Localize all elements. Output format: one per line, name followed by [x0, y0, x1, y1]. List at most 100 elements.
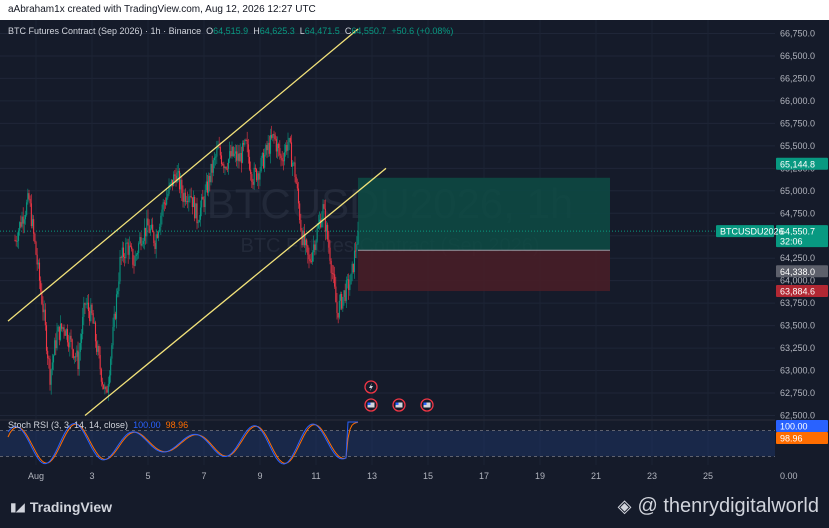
candle-body: [254, 167, 256, 170]
candle-body: [120, 256, 122, 259]
candle-body: [78, 351, 80, 370]
candle-body: [43, 309, 45, 313]
candle-body: [76, 350, 78, 357]
candle-body: [299, 203, 301, 221]
candle-body: [47, 350, 49, 359]
candle-body: [40, 280, 42, 291]
time-tick-label: 23: [647, 471, 657, 481]
candle-body: [166, 197, 168, 205]
candle-body: [190, 195, 192, 198]
candle-body: [84, 303, 86, 305]
candle-body: [118, 281, 120, 292]
price-tick-label: 62,500.0: [780, 411, 815, 421]
candle-body: [31, 219, 34, 227]
candle-body: [44, 309, 46, 326]
candle-body: [236, 151, 238, 161]
time-tick-label: Aug: [28, 471, 44, 481]
candle-body: [335, 286, 337, 303]
candle-body: [325, 224, 328, 232]
candle-body: [280, 155, 282, 159]
candle-body: [178, 171, 181, 190]
candle-body: [353, 250, 356, 272]
candle-body: [282, 160, 284, 162]
candle-body: [58, 326, 60, 340]
candle-body: [191, 197, 193, 208]
candle-body: [295, 176, 297, 184]
candle-body: [114, 313, 116, 319]
candle-body: [135, 254, 137, 256]
candle-body: [185, 201, 188, 202]
entry-price-label: 64,338.0: [780, 267, 815, 277]
candle-body: [121, 247, 123, 259]
candle-body: [111, 345, 113, 359]
candle-body: [234, 151, 237, 154]
candle-body: [45, 325, 48, 351]
candle-body: [85, 304, 87, 306]
candle-body: [101, 381, 104, 385]
candle-body: [108, 375, 111, 384]
candle-body: [255, 169, 258, 181]
stoch-d-axis-label: 98.96: [780, 434, 803, 444]
candle-body: [99, 355, 101, 370]
candle-body: [334, 274, 336, 287]
time-tick-label: 21: [591, 471, 601, 481]
candle-body: [253, 167, 255, 185]
candle-body: [174, 174, 176, 176]
candle-body: [70, 335, 72, 340]
candle-body: [204, 190, 206, 208]
candle-body: [356, 244, 358, 251]
flag-canton: [367, 402, 371, 405]
candle-body: [155, 234, 157, 249]
candle-body: [267, 142, 269, 151]
price-tick-label: 63,500.0: [780, 321, 815, 331]
candle-body: [219, 146, 221, 156]
candle-body: [153, 232, 155, 244]
candle-body: [230, 151, 232, 157]
candle-body: [162, 202, 164, 210]
price-tick-label: 65,000.0: [780, 186, 815, 196]
candle-body: [287, 141, 289, 151]
candle-body: [316, 228, 318, 241]
tradingview-logo[interactable]: ▮◢ TradingView: [10, 499, 112, 515]
candle-body: [30, 203, 32, 227]
candle-body: [105, 386, 107, 390]
candle-body: [241, 143, 244, 163]
candle-body: [275, 139, 277, 152]
candle-body: [352, 263, 354, 272]
candle-body: [14, 240, 16, 242]
candle-body: [306, 239, 308, 246]
candle-body: [160, 215, 162, 227]
price-tick-label: 65,750.0: [780, 118, 815, 128]
chart-area[interactable]: BTCUSDU2026, 1h BTC Futures Contract (Se…: [0, 20, 829, 488]
candle-body: [38, 262, 41, 281]
candle-body: [338, 300, 340, 318]
candle-body: [72, 349, 74, 358]
candle-body: [195, 203, 197, 219]
candle-body: [152, 224, 154, 233]
candle-body: [289, 138, 291, 143]
chart-svg[interactable]: BTCUSDU2026, 1h BTC Futures Contract (Se…: [0, 20, 829, 488]
candle-body: [93, 322, 95, 324]
brand-text: TradingView: [29, 499, 113, 515]
candle-body: [112, 326, 114, 346]
high-value: 64,625.3: [259, 26, 295, 36]
stoch-axis-tick: 0.00: [780, 471, 798, 481]
candle-body: [296, 183, 298, 189]
candle-body: [278, 143, 280, 149]
candle-body: [61, 323, 63, 329]
candle-body: [125, 242, 127, 259]
low-value: 64,471.5: [304, 26, 340, 36]
footer-bar: ▮◢ TradingView ◈ @ thenrydigitalworld: [0, 488, 829, 528]
candle-body: [131, 246, 133, 250]
candle-body: [246, 139, 248, 145]
candle-body: [262, 152, 265, 168]
candle-body: [343, 290, 345, 297]
candle-body: [98, 346, 100, 356]
candle-body: [355, 250, 357, 252]
candle-body: [342, 296, 344, 309]
candle-body: [159, 226, 161, 232]
candle-body: [225, 166, 227, 169]
candle-body: [268, 142, 270, 154]
candle-body: [28, 193, 30, 199]
change-value: +50.6 (+0.08%): [391, 26, 454, 36]
